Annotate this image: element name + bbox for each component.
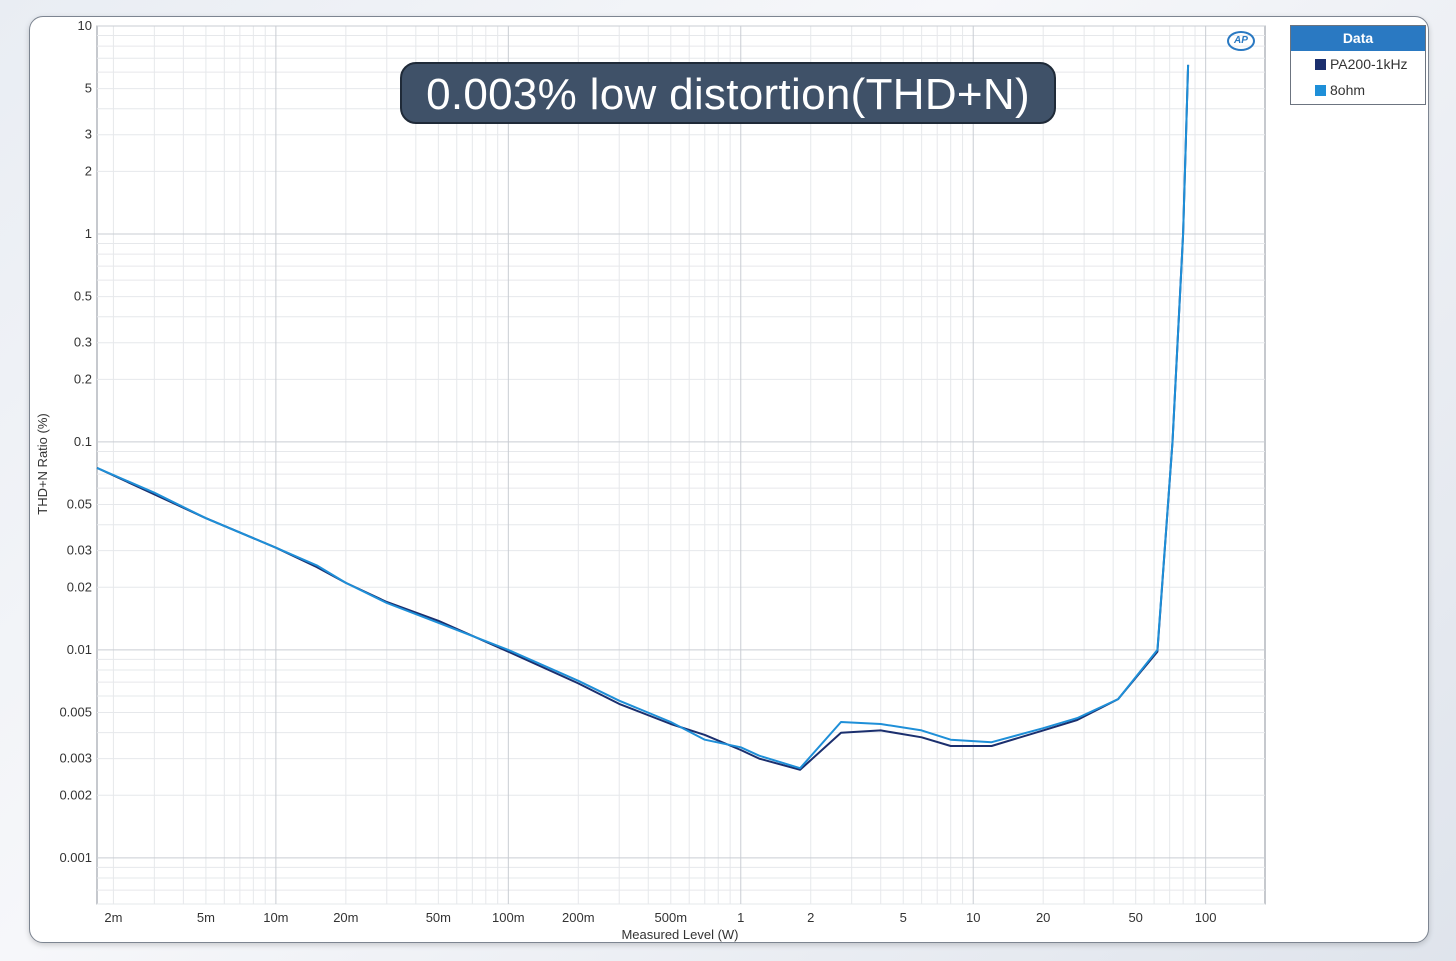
x-tick-label: 500m — [655, 910, 688, 925]
x-tick-label: 20m — [333, 910, 358, 925]
x-tick-labels: 2m 5m 10m 20m 50m 100m 200m 500m 1 2 5 10 20 50 100 — [104, 910, 1216, 925]
plot-area — [96, 25, 1266, 905]
legend-swatch — [1315, 84, 1326, 96]
legend-label: PA200-1kHz — [1330, 56, 1408, 72]
legend-item-pa200: PA200-1kHz — [1291, 51, 1425, 77]
x-tick-label: 2m — [104, 910, 122, 925]
x-tick-label: 10m — [263, 910, 288, 925]
y-tick-label: 0.01 — [67, 642, 92, 657]
chart-card: 2m 5m 10m 20m 50m 100m 200m 500m 1 2 5 10 20 50 100 10… — [29, 16, 1429, 943]
y-tick-label: 0.001 — [59, 850, 92, 865]
legend-title: Data — [1291, 26, 1425, 51]
x-tick-label: 5 — [900, 910, 907, 925]
y-tick-label: 0.003 — [59, 751, 92, 766]
x-axis-title: Measured Level (W) — [621, 927, 738, 942]
y-tick-label: 0.5 — [74, 289, 92, 304]
y-tick-label: 10 — [78, 18, 92, 33]
y-tick-label: 0.1 — [74, 434, 92, 449]
legend: Data PA200-1kHz 8ohm — [1290, 25, 1426, 105]
y-tick-label: 0.002 — [59, 787, 92, 802]
x-tick-label: 50m — [426, 910, 451, 925]
x-tick-label: 1 — [737, 910, 744, 925]
x-tick-label: 200m — [562, 910, 595, 925]
x-tick-label: 2 — [807, 910, 814, 925]
x-tick-label: 100 — [1195, 910, 1217, 925]
thdn-chart: 2m 5m 10m 20m 50m 100m 200m 500m 1 2 5 10 20 50 100 10… — [35, 18, 1266, 942]
legend-swatch — [1315, 58, 1326, 70]
y-tick-label: 5 — [85, 81, 92, 96]
legend-item-8ohm: 8ohm — [1291, 77, 1425, 103]
y-tick-label: 0.2 — [74, 371, 92, 386]
y-tick-label: 2 — [85, 163, 92, 178]
x-tick-label: 100m — [492, 910, 525, 925]
y-tick-label: 0.005 — [59, 705, 92, 720]
y-tick-label: 1 — [85, 226, 92, 241]
y-axis-title: THD+N Ratio (%) — [35, 413, 50, 515]
y-tick-label: 3 — [85, 127, 92, 142]
y-tick-label: 0.3 — [74, 335, 92, 350]
ap-logo-icon: AP — [1227, 31, 1255, 51]
y-tick-label: 0.03 — [67, 543, 92, 558]
distortion-banner: 0.003% low distortion(THD+N) — [400, 62, 1056, 124]
x-tick-label: 20 — [1036, 910, 1050, 925]
x-tick-label: 10 — [966, 910, 980, 925]
y-tick-labels: 10 5 3 2 1 0.5 0.3 0.2 0.1 0.05 0.03 0.02 0.01 0.005 0… — [59, 18, 92, 865]
x-tick-label: 5m — [197, 910, 215, 925]
y-tick-label: 0.05 — [67, 497, 92, 512]
y-tick-label: 0.02 — [67, 579, 92, 594]
legend-label: 8ohm — [1330, 82, 1366, 98]
x-tick-label: 50 — [1128, 910, 1142, 925]
